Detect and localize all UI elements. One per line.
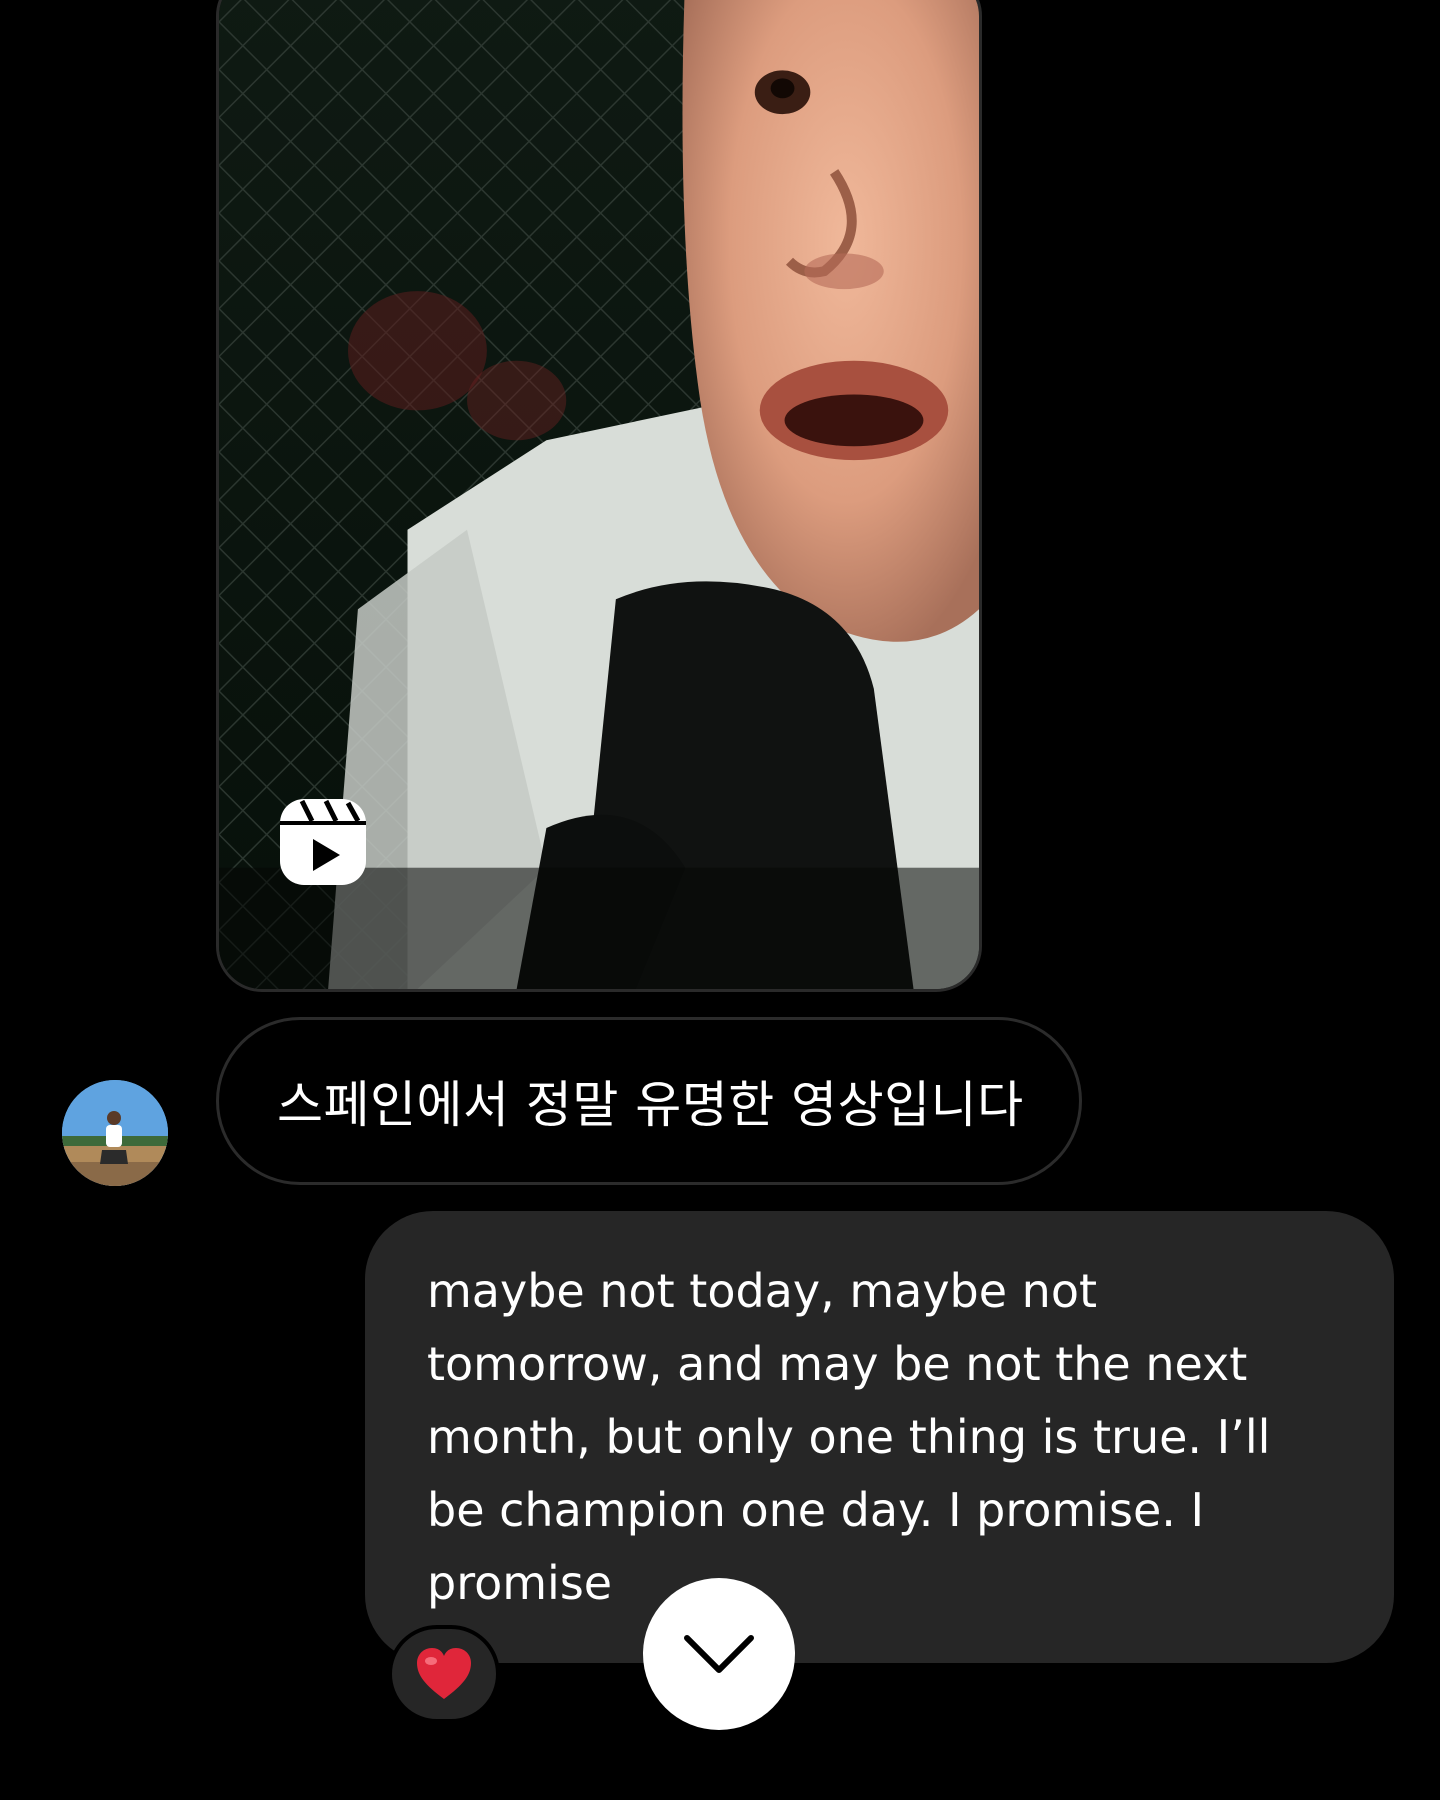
shared-reel-card[interactable] [216,0,982,992]
incoming-message-bubble[interactable]: 스페인에서 정말 유명한 영상입니다 [216,1017,1082,1185]
outgoing-message-text: maybe not today, maybe not tomorrow, and… [427,1264,1271,1610]
avatar[interactable] [62,1080,168,1186]
chevron-down-icon [684,1635,754,1673]
incoming-message-text: 스페인에서 정말 유명한 영상입니다 [277,1076,1024,1134]
scroll-to-bottom-button[interactable] [643,1578,795,1730]
outgoing-message-bubble[interactable]: maybe not today, maybe not tomorrow, and… [365,1211,1394,1663]
avatar-photo [62,1080,168,1186]
reels-icon [280,799,366,885]
heart-reaction[interactable] [388,1625,500,1723]
heart-icon [417,1648,471,1699]
